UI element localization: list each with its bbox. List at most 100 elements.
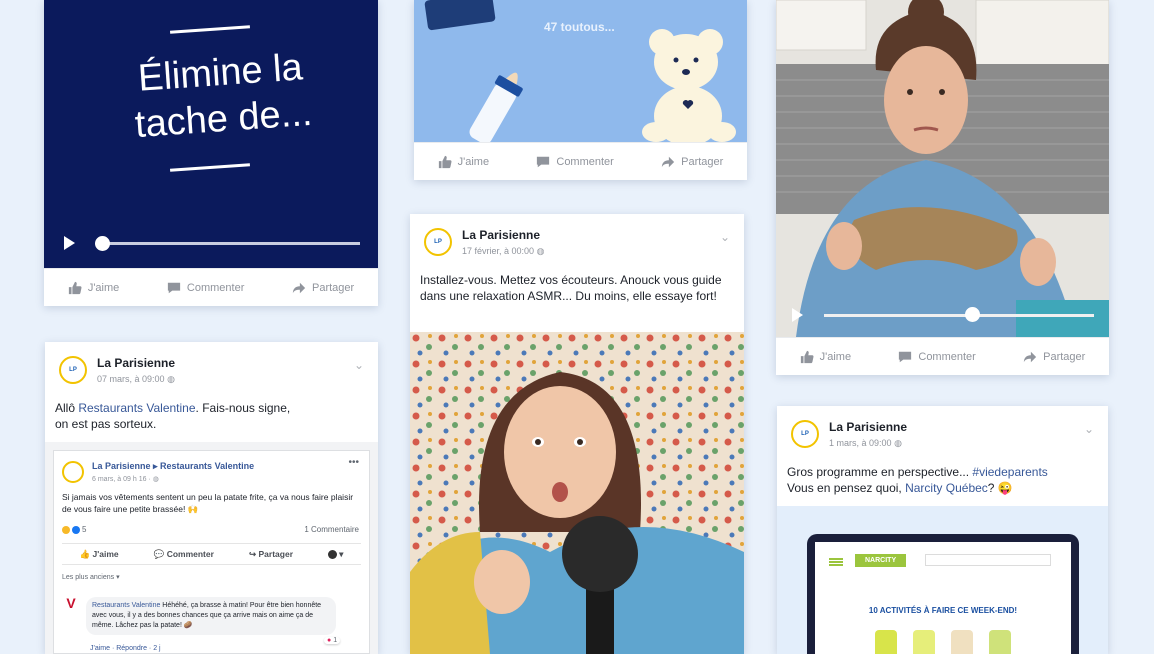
post-video-thumbnail[interactable]: [410, 332, 744, 654]
share-arrow-icon: [661, 155, 675, 169]
play-icon[interactable]: [64, 236, 75, 250]
comment-sort[interactable]: Les plus anciens ▾: [62, 573, 120, 581]
embedded-comment-button[interactable]: 💬 Commenter: [154, 549, 214, 560]
profile-selector[interactable]: ▾: [328, 549, 343, 560]
embedded-share-button[interactable]: ↪ Partager: [249, 549, 293, 560]
reactions-count: 5: [82, 525, 87, 534]
post-date-text: 07 mars, à 09:00: [97, 374, 165, 384]
haha-reaction-icon: [62, 525, 70, 534]
detergent-bottle-4: [989, 630, 1011, 654]
narcity-mention-link[interactable]: Narcity Québec: [905, 481, 988, 495]
post-options-chevron-icon[interactable]: ⌄: [1084, 422, 1094, 436]
like-button[interactable]: J'aime: [68, 281, 119, 295]
embedded-avatar[interactable]: [62, 461, 84, 483]
embedded-comment-label: Commenter: [166, 548, 214, 559]
thumbs-up-icon: [438, 155, 452, 169]
diaper-illustration: [424, 0, 496, 31]
valentine-logo-icon[interactable]: V: [62, 595, 80, 613]
tablet-mockup[interactable]: NARCITY 10 ACTIVITÉS À FAIRE CE WEEK-END…: [807, 534, 1079, 654]
progress-handle[interactable]: [965, 307, 980, 322]
video-headline: Élimine la tache de...: [119, 43, 325, 149]
like-button[interactable]: J'aime: [800, 350, 851, 364]
post-text-line-1-prefix: Gros programme en perspective...: [787, 465, 973, 479]
video-area[interactable]: Élimine la tache de...: [44, 0, 378, 268]
progress-handle[interactable]: [95, 236, 110, 251]
post-text-line-2-prefix: Vous en pensez quoi,: [787, 481, 906, 495]
globe-icon: ◍: [536, 246, 545, 256]
share-button[interactable]: Partager: [1023, 350, 1085, 364]
kitchen-scene-illustration: [776, 0, 1109, 337]
screen-search-box[interactable]: [925, 554, 1051, 566]
embedded-date: 6 mars, à 09 h 16 · ◍: [92, 475, 159, 483]
progress-track[interactable]: [102, 242, 360, 245]
post-options-chevron-icon[interactable]: ⌄: [354, 358, 364, 372]
comment-label: Commenter: [556, 155, 614, 168]
page-name[interactable]: La Parisienne: [462, 228, 544, 242]
embedded-date-text: 6 mars, à 09 h 16 ·: [92, 476, 153, 483]
embedded-text: Si jamais vos vêtements sentent un peu l…: [62, 492, 354, 514]
embedded-post: La Parisienne ▸ Restaurants Valentine 6 …: [53, 450, 370, 654]
globe-icon: ◍: [152, 476, 159, 483]
reply-bubble: Restaurants Valentine Héhéhé, ça brasse …: [86, 597, 336, 635]
like-button[interactable]: J'aime: [438, 155, 489, 169]
post-actions-bar: J'aime Commenter Partager: [414, 142, 747, 180]
reply-author[interactable]: Restaurants Valentine: [92, 602, 160, 609]
asmr-scene-illustration: [410, 332, 744, 654]
reactions-summary[interactable]: 5: [62, 525, 86, 534]
restaurants-valentine-link[interactable]: Restaurants Valentine: [78, 401, 195, 415]
post-header: LP La Parisienne 1 mars, à 09:00 ◍: [791, 420, 907, 449]
screen-headline: 10 ACTIVITÉS À FAIRE CE WEEK-END!: [868, 606, 1018, 615]
decorative-line-top: [169, 25, 251, 34]
comment-button[interactable]: Commenter: [536, 155, 614, 169]
embedded-like-button[interactable]: 👍 J'aime: [80, 549, 119, 560]
page-name[interactable]: La Parisienne: [829, 420, 907, 434]
hashtag-link[interactable]: #viedeparents: [972, 465, 1047, 479]
post-options-chevron-icon[interactable]: ⌄: [720, 230, 730, 244]
share-button[interactable]: Partager: [661, 155, 723, 169]
image-post-card-teddy: 47 toutous... J'aime Commenter Partager: [414, 0, 747, 180]
comment-button[interactable]: Commenter: [167, 281, 244, 295]
menu-icon[interactable]: [829, 558, 843, 566]
share-label: Partager: [1043, 350, 1086, 363]
globe-icon: ◍: [167, 374, 175, 384]
teddy-bear-illustration: [642, 29, 736, 142]
page-avatar[interactable]: LP: [424, 228, 452, 256]
page-avatar[interactable]: LP: [791, 420, 819, 448]
video-area[interactable]: [776, 0, 1109, 337]
detergent-bottle-1: [875, 630, 897, 654]
embedded-actions-bar: 👍 J'aime 💬 Commenter ↪ Partager ▾: [62, 543, 361, 565]
baby-bottle-illustration: [469, 72, 523, 144]
embedded-share-label: Partager: [258, 548, 294, 559]
progress-track[interactable]: [824, 314, 1094, 317]
share-arrow-icon: [1023, 350, 1037, 364]
embedded-header[interactable]: La Parisienne ▸ Restaurants Valentine: [92, 461, 254, 472]
post-date[interactable]: 07 mars, à 09:00 ◍: [97, 374, 175, 385]
share-button[interactable]: Partager: [292, 281, 354, 295]
post-top-section: LP La Parisienne 07 mars, à 09:00 ◍ ⌄ Al…: [45, 342, 378, 442]
share-arrow-icon: [292, 281, 306, 295]
post-text-line-2-suffix: ? 😜: [987, 481, 1013, 495]
post-card-asmr: LP La Parisienne 17 février, à 00:00 ◍ ⌄…: [410, 214, 744, 654]
like-label: J'aime: [457, 155, 490, 168]
post-date[interactable]: 1 mars, à 09:00 ◍: [829, 438, 907, 449]
post-date[interactable]: 17 février, à 00:00 ◍: [462, 246, 544, 257]
like-label: J'aime: [819, 350, 852, 363]
post-text-prefix: Allô: [55, 401, 79, 415]
post-text: Installez-vous. Mettez vos écouteurs. An…: [420, 273, 722, 303]
post-image[interactable]: 47 toutous...: [414, 0, 747, 144]
post-header: LP La Parisienne 07 mars, à 09:00 ◍: [59, 356, 175, 385]
comment-icon: [898, 350, 912, 364]
embedded-more-icon[interactable]: •••: [348, 457, 359, 468]
post-text: Allô Restaurants Valentine. Fais-nous si…: [55, 400, 305, 432]
page-name[interactable]: La Parisienne: [97, 356, 175, 370]
page-avatar[interactable]: LP: [59, 356, 87, 384]
post-card-narcity: LP La Parisienne 1 mars, à 09:00 ◍ ⌄ Gro…: [777, 406, 1108, 654]
reply-actions[interactable]: J'aime · Répondre · 2 j: [90, 645, 161, 652]
play-icon[interactable]: [792, 308, 803, 322]
comments-count[interactable]: 1 Commentaire: [304, 525, 359, 534]
narcity-logo[interactable]: NARCITY: [855, 554, 907, 567]
reply-reactions[interactable]: ● 1: [324, 637, 341, 644]
comment-button[interactable]: Commenter: [898, 350, 976, 364]
decorative-line-bottom: [169, 163, 251, 172]
embedded-like-label: J'aime: [92, 548, 119, 559]
